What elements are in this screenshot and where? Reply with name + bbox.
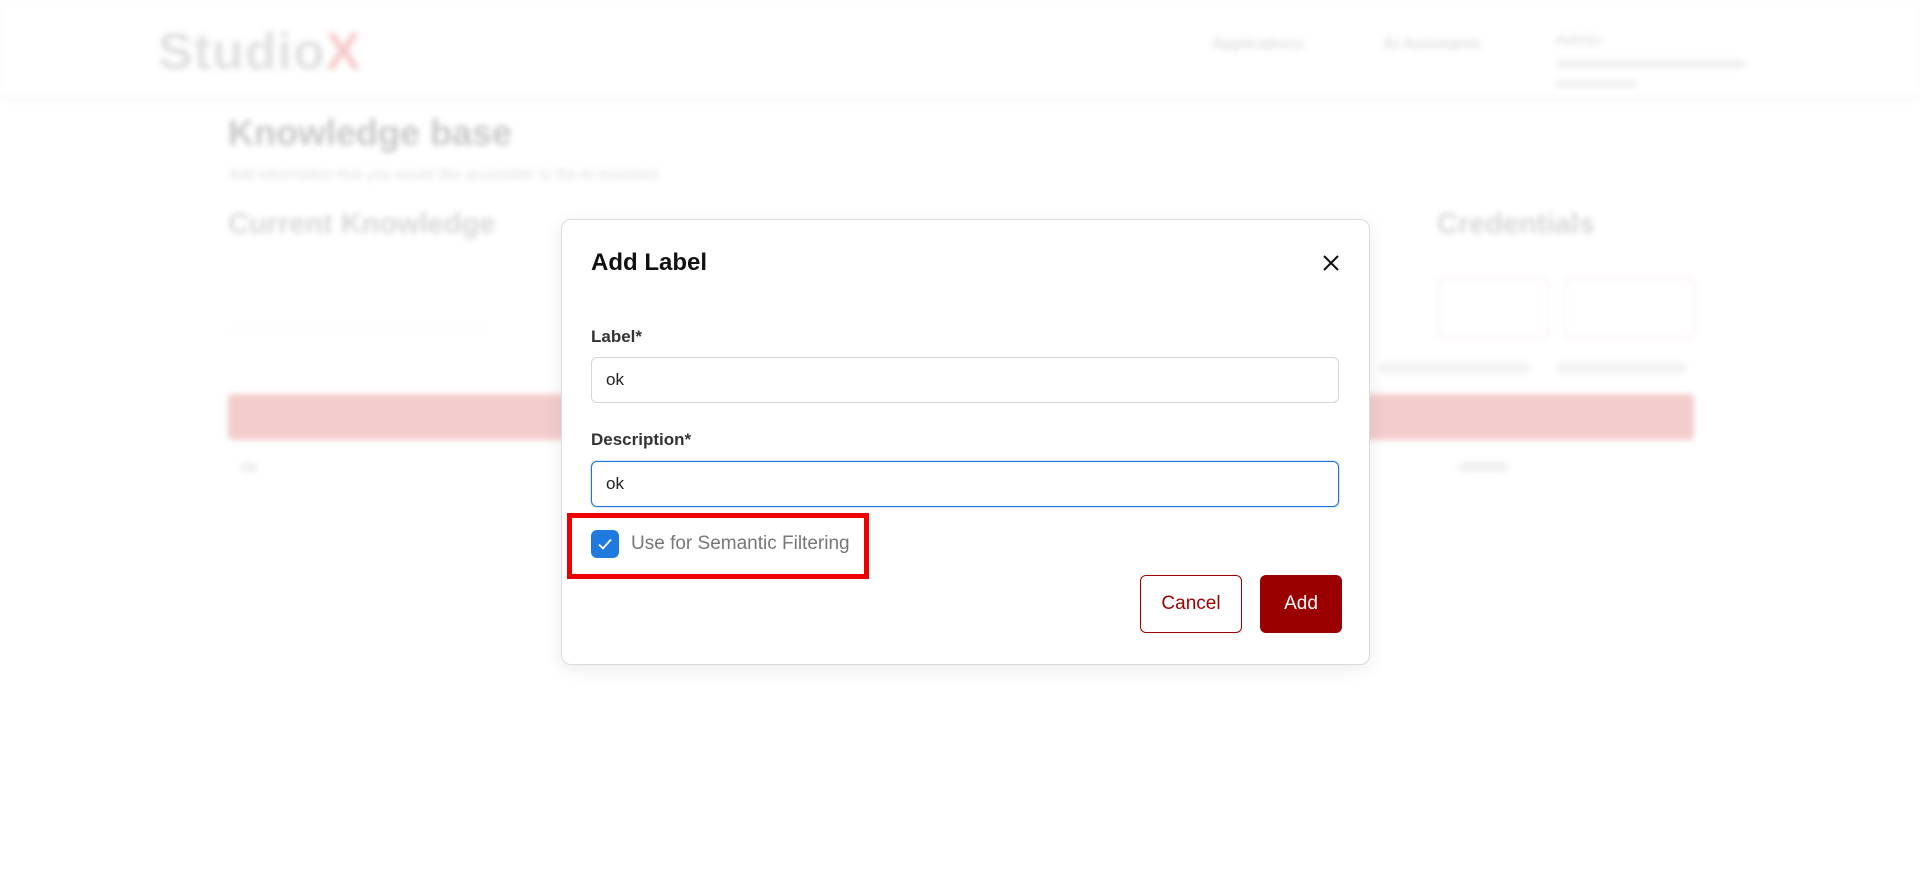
highlight-annotation (567, 513, 869, 579)
background-button[interactable] (1437, 278, 1549, 338)
add-button[interactable]: Add (1260, 575, 1342, 633)
background-table-cell (1458, 462, 1508, 472)
nav-item-ai-assistants[interactable]: AI Assistants (1383, 34, 1480, 54)
close-icon (1323, 255, 1339, 271)
studiox-logo: StudioX (158, 23, 362, 81)
tab-credentials[interactable]: Credentials (1437, 208, 1595, 241)
user-role-placeholder (1556, 80, 1636, 88)
background-sort-field[interactable] (1380, 362, 1530, 374)
close-button[interactable] (1316, 248, 1346, 278)
label-input[interactable] (591, 357, 1339, 403)
top-navigation-bar: StudioX Applications AI Assistants Admin (0, 0, 1920, 96)
description-input[interactable] (591, 461, 1339, 507)
label-field-label: Label* (591, 327, 643, 346)
nav-item-applications[interactable]: Applications (1212, 34, 1304, 54)
page-subtitle: Add information that you would like acce… (228, 166, 659, 183)
page-title: Knowledge base (228, 112, 513, 153)
cancel-button[interactable]: Cancel (1140, 575, 1242, 633)
user-email-placeholder (1556, 60, 1746, 68)
background-sort-order[interactable] (1556, 362, 1686, 374)
background-table-cell (240, 462, 258, 472)
add-label-dialog: Add Label Label* Description* Use for Se… (561, 219, 1370, 665)
description-field-label: Description* (591, 430, 692, 449)
background-add-label-button[interactable] (1564, 278, 1696, 338)
dialog-title: Add Label (591, 249, 708, 276)
user-menu[interactable]: Admin (1556, 32, 1601, 50)
tab-current-knowledge[interactable]: Current Knowledge (228, 208, 495, 241)
background-search-field[interactable] (228, 286, 486, 331)
